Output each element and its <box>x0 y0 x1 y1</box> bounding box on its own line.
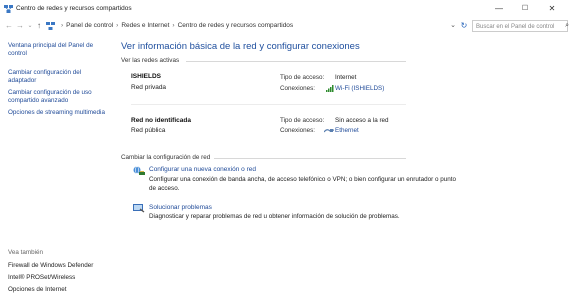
see-also-proset-link[interactable]: Intel® PROSet/Wireless <box>8 274 75 281</box>
setup-new-connection-link[interactable]: Configurar una nueva conexión o red <box>149 166 256 173</box>
section-divider <box>186 61 406 62</box>
new-connection-icon <box>133 166 145 175</box>
wifi-signal-icon <box>326 85 334 92</box>
network-name: ISHIELDS <box>131 73 161 80</box>
maximize-button[interactable]: ☐ <box>513 2 537 16</box>
sidebar-item-advanced-sharing-settings[interactable]: Cambiar configuración de uso compartido … <box>8 89 108 105</box>
ethernet-connection-link[interactable]: Ethernet <box>335 127 359 134</box>
breadcrumb: › Panel de control › Redes e Internet › Centr… <box>58 20 293 32</box>
section-divider <box>214 158 406 159</box>
access-type-label: Tipo de acceso: <box>280 117 325 124</box>
breadcrumb-separator: › <box>172 22 175 29</box>
forward-button[interactable]: → <box>15 20 25 32</box>
search-icon[interactable]: ⌕ <box>565 21 569 31</box>
page-title: Ver información básica de la red y confi… <box>121 41 360 52</box>
left-task-pane: Ventana principal del Panel de control C… <box>0 34 112 302</box>
see-also-firewall-link[interactable]: Firewall de Windows Defender <box>8 262 93 269</box>
setup-new-connection-description: Configurar una conexión de banda ancha, … <box>149 176 457 192</box>
see-also-heading: Vea también <box>8 249 44 256</box>
active-networks-header: Ver las redes activas <box>121 57 180 64</box>
sidebar-item-media-streaming[interactable]: Opciones de streaming multimedia <box>8 109 108 117</box>
see-also-internet-options-link[interactable]: Opciones de Internet <box>8 286 66 293</box>
breadcrumb-redes-e-internet[interactable]: Redes e Internet <box>121 22 169 29</box>
refresh-button[interactable]: ↻ <box>459 20 469 32</box>
access-type-label: Tipo de acceso: <box>280 74 325 81</box>
connections-label: Conexiones: <box>280 85 316 92</box>
change-settings-header: Cambiar la configuración de red <box>121 154 211 161</box>
breadcrumb-separator: › <box>116 22 119 29</box>
address-dropdown-button[interactable]: ⌄ <box>448 20 458 32</box>
troubleshoot-description: Diagnosticar y reparar problemas de red … <box>149 213 400 220</box>
up-button[interactable]: ↑ <box>34 20 44 32</box>
ethernet-icon <box>324 129 334 133</box>
breadcrumb-centro-de-redes[interactable]: Centro de redes y recursos compartidos <box>178 22 294 29</box>
sidebar-item-control-panel-home[interactable]: Ventana principal del Panel de control <box>8 42 108 58</box>
network-category-link[interactable]: Red pública <box>131 127 165 134</box>
window-title: Centro de redes y recursos compartidos <box>16 5 132 12</box>
breadcrumb-panel-de-control[interactable]: Panel de control <box>66 22 113 29</box>
minimize-button[interactable]: — <box>487 2 511 16</box>
title-bar: Centro de redes y recursos compartidos —… <box>0 0 571 18</box>
address-bar: ← → ⌄ ↑ › Panel de control › Redes e Intern… <box>0 18 571 34</box>
wifi-connection-link[interactable]: Wi-Fi (ISHIELDS) <box>335 85 384 92</box>
sidebar-item-change-adapter-settings[interactable]: Cambiar configuración del adaptador <box>8 69 108 85</box>
close-button[interactable]: ✕ <box>540 2 564 16</box>
back-button[interactable]: ← <box>4 20 14 32</box>
network-divider <box>131 104 406 105</box>
access-type-value: Sin acceso a la red <box>335 117 389 124</box>
access-type-value: Internet <box>335 74 357 81</box>
search-box[interactable]: Buscar en el Panel de control ⌕ <box>472 20 569 32</box>
troubleshoot-link[interactable]: Solucionar problemas <box>149 204 212 211</box>
network-center-icon <box>4 5 13 13</box>
breadcrumb-separator: › <box>61 22 64 29</box>
troubleshoot-icon <box>133 204 145 213</box>
location-network-icon <box>46 22 55 30</box>
connections-label: Conexiones: <box>280 127 316 134</box>
network-name: Red no identificada <box>131 117 191 124</box>
search-input[interactable]: Buscar en el Panel de control <box>476 22 554 32</box>
network-category-link[interactable]: Red privada <box>131 84 166 91</box>
